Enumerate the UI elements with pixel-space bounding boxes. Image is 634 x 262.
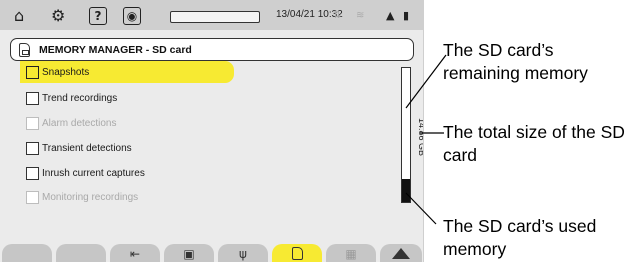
softkey-eject[interactable]	[380, 244, 422, 262]
help-icon[interactable]: ?	[89, 7, 107, 25]
callout-remaining-memory: The SD card’s remaining memory	[443, 40, 588, 83]
list-item-monitoring-recordings: Monitoring recordings	[20, 186, 138, 208]
list-item-trend-recordings[interactable]: Trend recordings	[20, 87, 117, 109]
used-memory-fill	[402, 179, 410, 202]
list-item-snapshots[interactable]: Snapshots	[20, 61, 234, 83]
list-item-transient-detections[interactable]: Transient detections	[20, 137, 132, 159]
page-title: MEMORY MANAGER - SD card	[39, 43, 192, 56]
camera-icon[interactable]: ◉	[123, 7, 141, 25]
softkey-usb[interactable]: ψ	[218, 244, 268, 262]
softkey-export[interactable]: ⇤	[110, 244, 160, 262]
usb-icon: ⇅	[333, 9, 342, 21]
device-screen: ⌂ ⚙ ? ◉ 13/04/21 10:32 ⇅ ≋ ▲ ▮ MEMORY MA…	[0, 0, 424, 262]
softkey-delete: ▦	[326, 244, 376, 262]
sd-card-status-icon: ▲	[386, 8, 395, 22]
list-item-label: Monitoring recordings	[42, 191, 139, 203]
network-icon: ≋	[356, 9, 365, 21]
status-bar: ⌂ ⚙ ? ◉ 13/04/21 10:32 ⇅ ≋ ▲ ▮	[0, 0, 423, 30]
callout-used-memory: The SD card’s used memory	[443, 216, 597, 259]
chip-icon: ▣	[183, 247, 195, 261]
progress-bar	[170, 11, 260, 23]
checkbox[interactable]	[26, 91, 39, 105]
list-item-label: Alarm detections	[42, 117, 117, 129]
list-item-label: Snapshots	[42, 66, 90, 78]
softkey-sd-card[interactable]	[272, 244, 322, 262]
checkbox[interactable]	[26, 166, 39, 180]
export-icon: ⇤	[129, 247, 141, 261]
usb-icon: ψ	[239, 247, 247, 261]
list-item-inrush-current-captures[interactable]: Inrush current captures	[20, 162, 145, 184]
home-icon[interactable]: ⌂	[14, 4, 24, 26]
checkbox[interactable]	[26, 141, 39, 155]
checkbox[interactable]	[26, 65, 39, 79]
checkbox	[26, 116, 39, 130]
trash-icon: ▦	[345, 247, 357, 261]
list-item-label: Trend recordings	[42, 92, 118, 104]
eject-icon	[392, 248, 410, 259]
softkey-1[interactable]	[2, 244, 52, 262]
checkbox	[26, 190, 39, 204]
sd-card-icon	[19, 42, 30, 57]
list-item-label: Inrush current captures	[42, 167, 145, 179]
help-glyph: ?	[94, 9, 102, 23]
battery-icon: ▮	[403, 8, 410, 22]
list-item-label: Transient detections	[42, 142, 132, 154]
callout-total-size: The total size of the SD card	[443, 122, 625, 165]
softkey-chip[interactable]: ▣	[164, 244, 214, 262]
list-item-alarm-detections: Alarm detections	[20, 112, 116, 134]
title-bar: MEMORY MANAGER - SD card	[10, 38, 414, 61]
total-size-label: 14.86 GB	[417, 118, 424, 157]
softkey-2[interactable]	[56, 244, 106, 262]
sd-card-icon	[291, 247, 303, 260]
settings-icon[interactable]: ⚙	[51, 4, 65, 26]
